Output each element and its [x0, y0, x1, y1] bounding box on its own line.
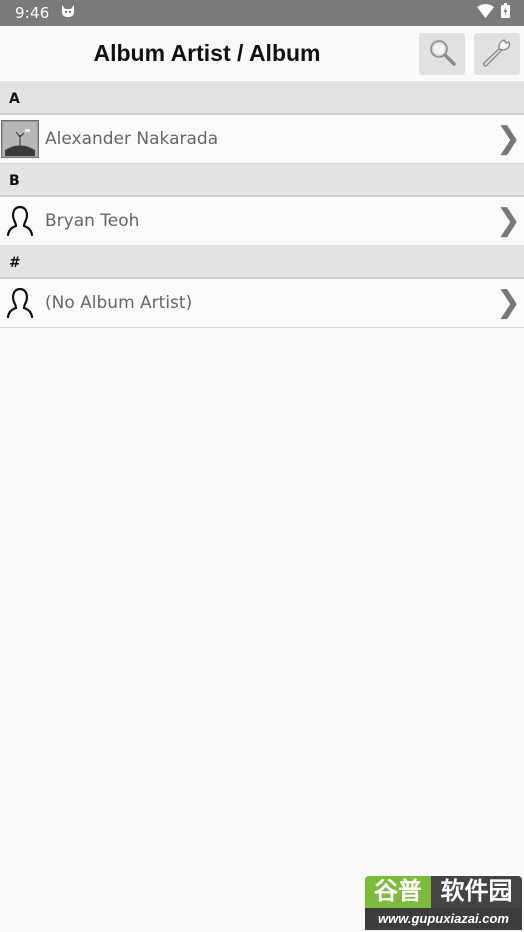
section-header-a: A — [0, 82, 524, 115]
wifi-icon — [477, 3, 494, 23]
chevron-right-icon: ❯ — [495, 121, 521, 156]
artist-row-bryan-teoh[interactable]: Bryan Teoh ❯ — [0, 197, 524, 246]
search-button[interactable] — [419, 33, 465, 75]
notification-icon — [61, 4, 75, 23]
section-header-b: B — [0, 164, 524, 197]
watermark-brand-suffix: 软件园 — [431, 876, 522, 908]
artist-row-alexander-nakarada[interactable]: Alexander Nakarada ❯ — [0, 115, 524, 164]
watermark-brand: 谷普 — [365, 876, 431, 908]
watermark-logo: 谷普 软件园 www.gupuxiazai.com — [365, 876, 522, 930]
person-icon — [1, 284, 39, 322]
section-header-hash: # — [0, 246, 524, 279]
artist-row-no-album-artist[interactable]: (No Album Artist) ❯ — [0, 279, 524, 328]
settings-button[interactable] — [474, 33, 520, 75]
album-art-thumbnail — [1, 120, 39, 158]
artist-name: Alexander Nakarada — [45, 129, 219, 149]
chevron-right-icon: ❯ — [495, 203, 521, 238]
app-header: Album Artist / Album — [0, 26, 524, 82]
wrench-icon — [480, 37, 514, 72]
search-icon — [427, 37, 457, 72]
watermark-url: www.gupuxiazai.com — [365, 908, 522, 930]
person-icon — [1, 202, 39, 240]
chevron-right-icon: ❯ — [495, 285, 521, 320]
artist-name: Bryan Teoh — [45, 211, 140, 231]
artist-list: A Alexander Nakarada ❯ B Bryan Teoh ❯ # — [0, 82, 524, 328]
status-bar: 9:46 — [0, 0, 524, 26]
status-time: 9:46 — [15, 4, 50, 22]
battery-icon — [501, 3, 510, 23]
page-title: Album Artist / Album — [93, 40, 321, 66]
artist-name: (No Album Artist) — [45, 293, 193, 313]
